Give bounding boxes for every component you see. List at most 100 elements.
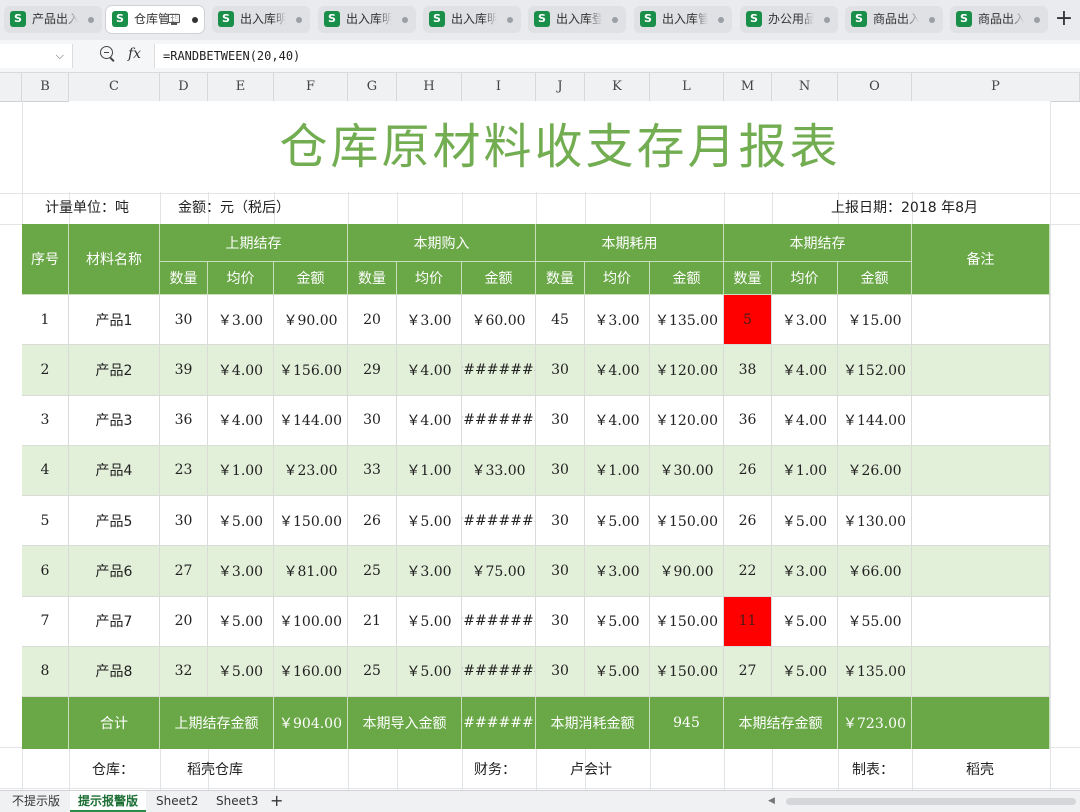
- table-cell[interactable]: 30: [160, 496, 208, 547]
- column-header[interactable]: O: [838, 73, 912, 101]
- subheader[interactable]: 数量: [536, 262, 585, 295]
- table-cell-index[interactable]: 8: [22, 646, 69, 697]
- document-tab[interactable]: S 办公用品出入: [740, 6, 838, 33]
- table-cell[interactable]: 22: [724, 546, 772, 597]
- table-cell[interactable]: ￥150.00: [650, 596, 724, 647]
- column-header[interactable]: M: [724, 73, 772, 101]
- table-cell[interactable]: ￥15.00: [838, 295, 912, 346]
- table-cell[interactable]: 36: [724, 395, 772, 446]
- table-cell[interactable]: ￥1.00: [772, 445, 838, 496]
- table-cell[interactable]: ￥3.00: [397, 295, 462, 346]
- table-cell[interactable]: 30: [536, 345, 585, 396]
- total-purchase-value[interactable]: ########: [462, 697, 536, 749]
- table-cell[interactable]: ########: [462, 596, 536, 647]
- table-cell[interactable]: ￥33.00: [462, 445, 536, 496]
- table-cell[interactable]: ￥3.00: [208, 295, 274, 346]
- sheet-tab[interactable]: Sheet2: [148, 791, 206, 812]
- column-header[interactable]: C: [69, 73, 160, 101]
- warehouse-value[interactable]: 稻壳仓库: [187, 752, 243, 788]
- table-cell-remark[interactable]: [912, 546, 1050, 597]
- table-cell-index[interactable]: 3: [22, 395, 69, 446]
- table-cell-remark[interactable]: [912, 295, 1050, 346]
- formula-input[interactable]: =RANDBETWEEN(20,40): [154, 44, 1080, 68]
- horizontal-scrollbar[interactable]: [786, 798, 1076, 805]
- table-cell[interactable]: ￥120.00: [650, 345, 724, 396]
- subheader[interactable]: 均价: [208, 262, 274, 295]
- table-cell[interactable]: ￥152.00: [838, 345, 912, 396]
- subheader[interactable]: 均价: [585, 262, 650, 295]
- table-cell[interactable]: ￥150.00: [650, 646, 724, 697]
- table-cell[interactable]: 30: [536, 646, 585, 697]
- table-cell[interactable]: ￥5.00: [585, 496, 650, 547]
- tab-status-dot-icon[interactable]: [296, 17, 302, 23]
- header-index[interactable]: 序号: [22, 224, 69, 295]
- table-cell[interactable]: ￥5.00: [772, 496, 838, 547]
- table-cell[interactable]: 39: [160, 345, 208, 396]
- table-cell-remark[interactable]: [912, 445, 1050, 496]
- tab-status-dot-icon[interactable]: [192, 17, 198, 23]
- column-header[interactable]: G: [348, 73, 397, 101]
- table-cell[interactable]: 45: [536, 295, 585, 346]
- table-cell[interactable]: ￥4.00: [208, 395, 274, 446]
- total-consume-value[interactable]: 945: [650, 697, 724, 749]
- subheader[interactable]: 金额: [274, 262, 348, 295]
- tab-status-dot-icon[interactable]: [402, 17, 408, 23]
- table-cell[interactable]: ￥5.00: [585, 596, 650, 647]
- sheet-tab[interactable]: 不提示版: [4, 791, 68, 812]
- table-cell[interactable]: ￥90.00: [274, 295, 348, 346]
- table-cell[interactable]: 26: [348, 496, 397, 547]
- tab-status-dot-icon[interactable]: [1034, 17, 1040, 23]
- table-cell[interactable]: 30: [536, 496, 585, 547]
- table-cell[interactable]: ￥5.00: [772, 646, 838, 697]
- column-header[interactable]: J: [536, 73, 585, 101]
- table-cell[interactable]: ￥23.00: [274, 445, 348, 496]
- subheader[interactable]: 数量: [724, 262, 772, 295]
- table-cell[interactable]: ￥4.00: [772, 395, 838, 446]
- table-cell[interactable]: 26: [724, 496, 772, 547]
- table-cell-name[interactable]: 产品4: [69, 445, 160, 496]
- table-cell-index[interactable]: 6: [22, 546, 69, 597]
- header-material-name[interactable]: 材料名称: [69, 224, 160, 295]
- zoom-icon[interactable]: [100, 46, 113, 59]
- table-cell[interactable]: ￥3.00: [585, 295, 650, 346]
- table-cell-name[interactable]: 产品3: [69, 395, 160, 446]
- table-cell[interactable]: ￥60.00: [462, 295, 536, 346]
- table-cell[interactable]: 38: [724, 345, 772, 396]
- table-cell[interactable]: 27: [724, 646, 772, 697]
- maker-value[interactable]: 稻壳: [966, 752, 994, 788]
- document-tab[interactable]: S 出入库明细: [318, 6, 416, 33]
- finance-value[interactable]: 卢会计: [570, 752, 612, 788]
- total-closing-label[interactable]: 本期结存金额: [724, 697, 838, 749]
- document-tab[interactable]: S 出入库管理: [634, 6, 732, 33]
- table-cell[interactable]: ￥55.00: [838, 596, 912, 647]
- scroll-left-icon[interactable]: ◀: [768, 796, 775, 806]
- table-cell[interactable]: 30: [160, 295, 208, 346]
- table-cell[interactable]: 25: [348, 546, 397, 597]
- document-tab[interactable]: S 产品出入库: [4, 6, 102, 33]
- table-cell[interactable]: ￥100.00: [274, 596, 348, 647]
- sheet-tab[interactable]: 提示报警版: [70, 791, 147, 812]
- table-cell[interactable]: 29: [348, 345, 397, 396]
- total-opening-label[interactable]: 上期结存金额: [160, 697, 274, 749]
- table-cell[interactable]: ￥1.00: [585, 445, 650, 496]
- tab-status-dot-icon[interactable]: [88, 17, 94, 23]
- table-cell-remark[interactable]: [912, 646, 1050, 697]
- total-opening-value[interactable]: ￥904.00: [274, 697, 348, 749]
- table-cell[interactable]: ￥81.00: [274, 546, 348, 597]
- table-cell-index[interactable]: 7: [22, 596, 69, 647]
- table-cell[interactable]: ￥120.00: [650, 395, 724, 446]
- document-tab[interactable]: S 商品出入库: [845, 6, 943, 33]
- name-box[interactable]: ⌵: [0, 44, 73, 68]
- table-cell[interactable]: ￥5.00: [208, 646, 274, 697]
- table-cell[interactable]: ￥30.00: [650, 445, 724, 496]
- table-cell[interactable]: ￥3.00: [208, 546, 274, 597]
- table-cell[interactable]: ￥5.00: [208, 596, 274, 647]
- subheader[interactable]: 金额: [462, 262, 536, 295]
- table-cell[interactable]: 5: [724, 295, 772, 346]
- table-cell[interactable]: ￥160.00: [274, 646, 348, 697]
- table-cell[interactable]: ￥135.00: [650, 295, 724, 346]
- document-tab[interactable]: S 出入库明细: [212, 6, 310, 33]
- table-cell[interactable]: 30: [536, 445, 585, 496]
- table-cell-name[interactable]: 产品8: [69, 646, 160, 697]
- total-label[interactable]: 合计: [69, 697, 160, 749]
